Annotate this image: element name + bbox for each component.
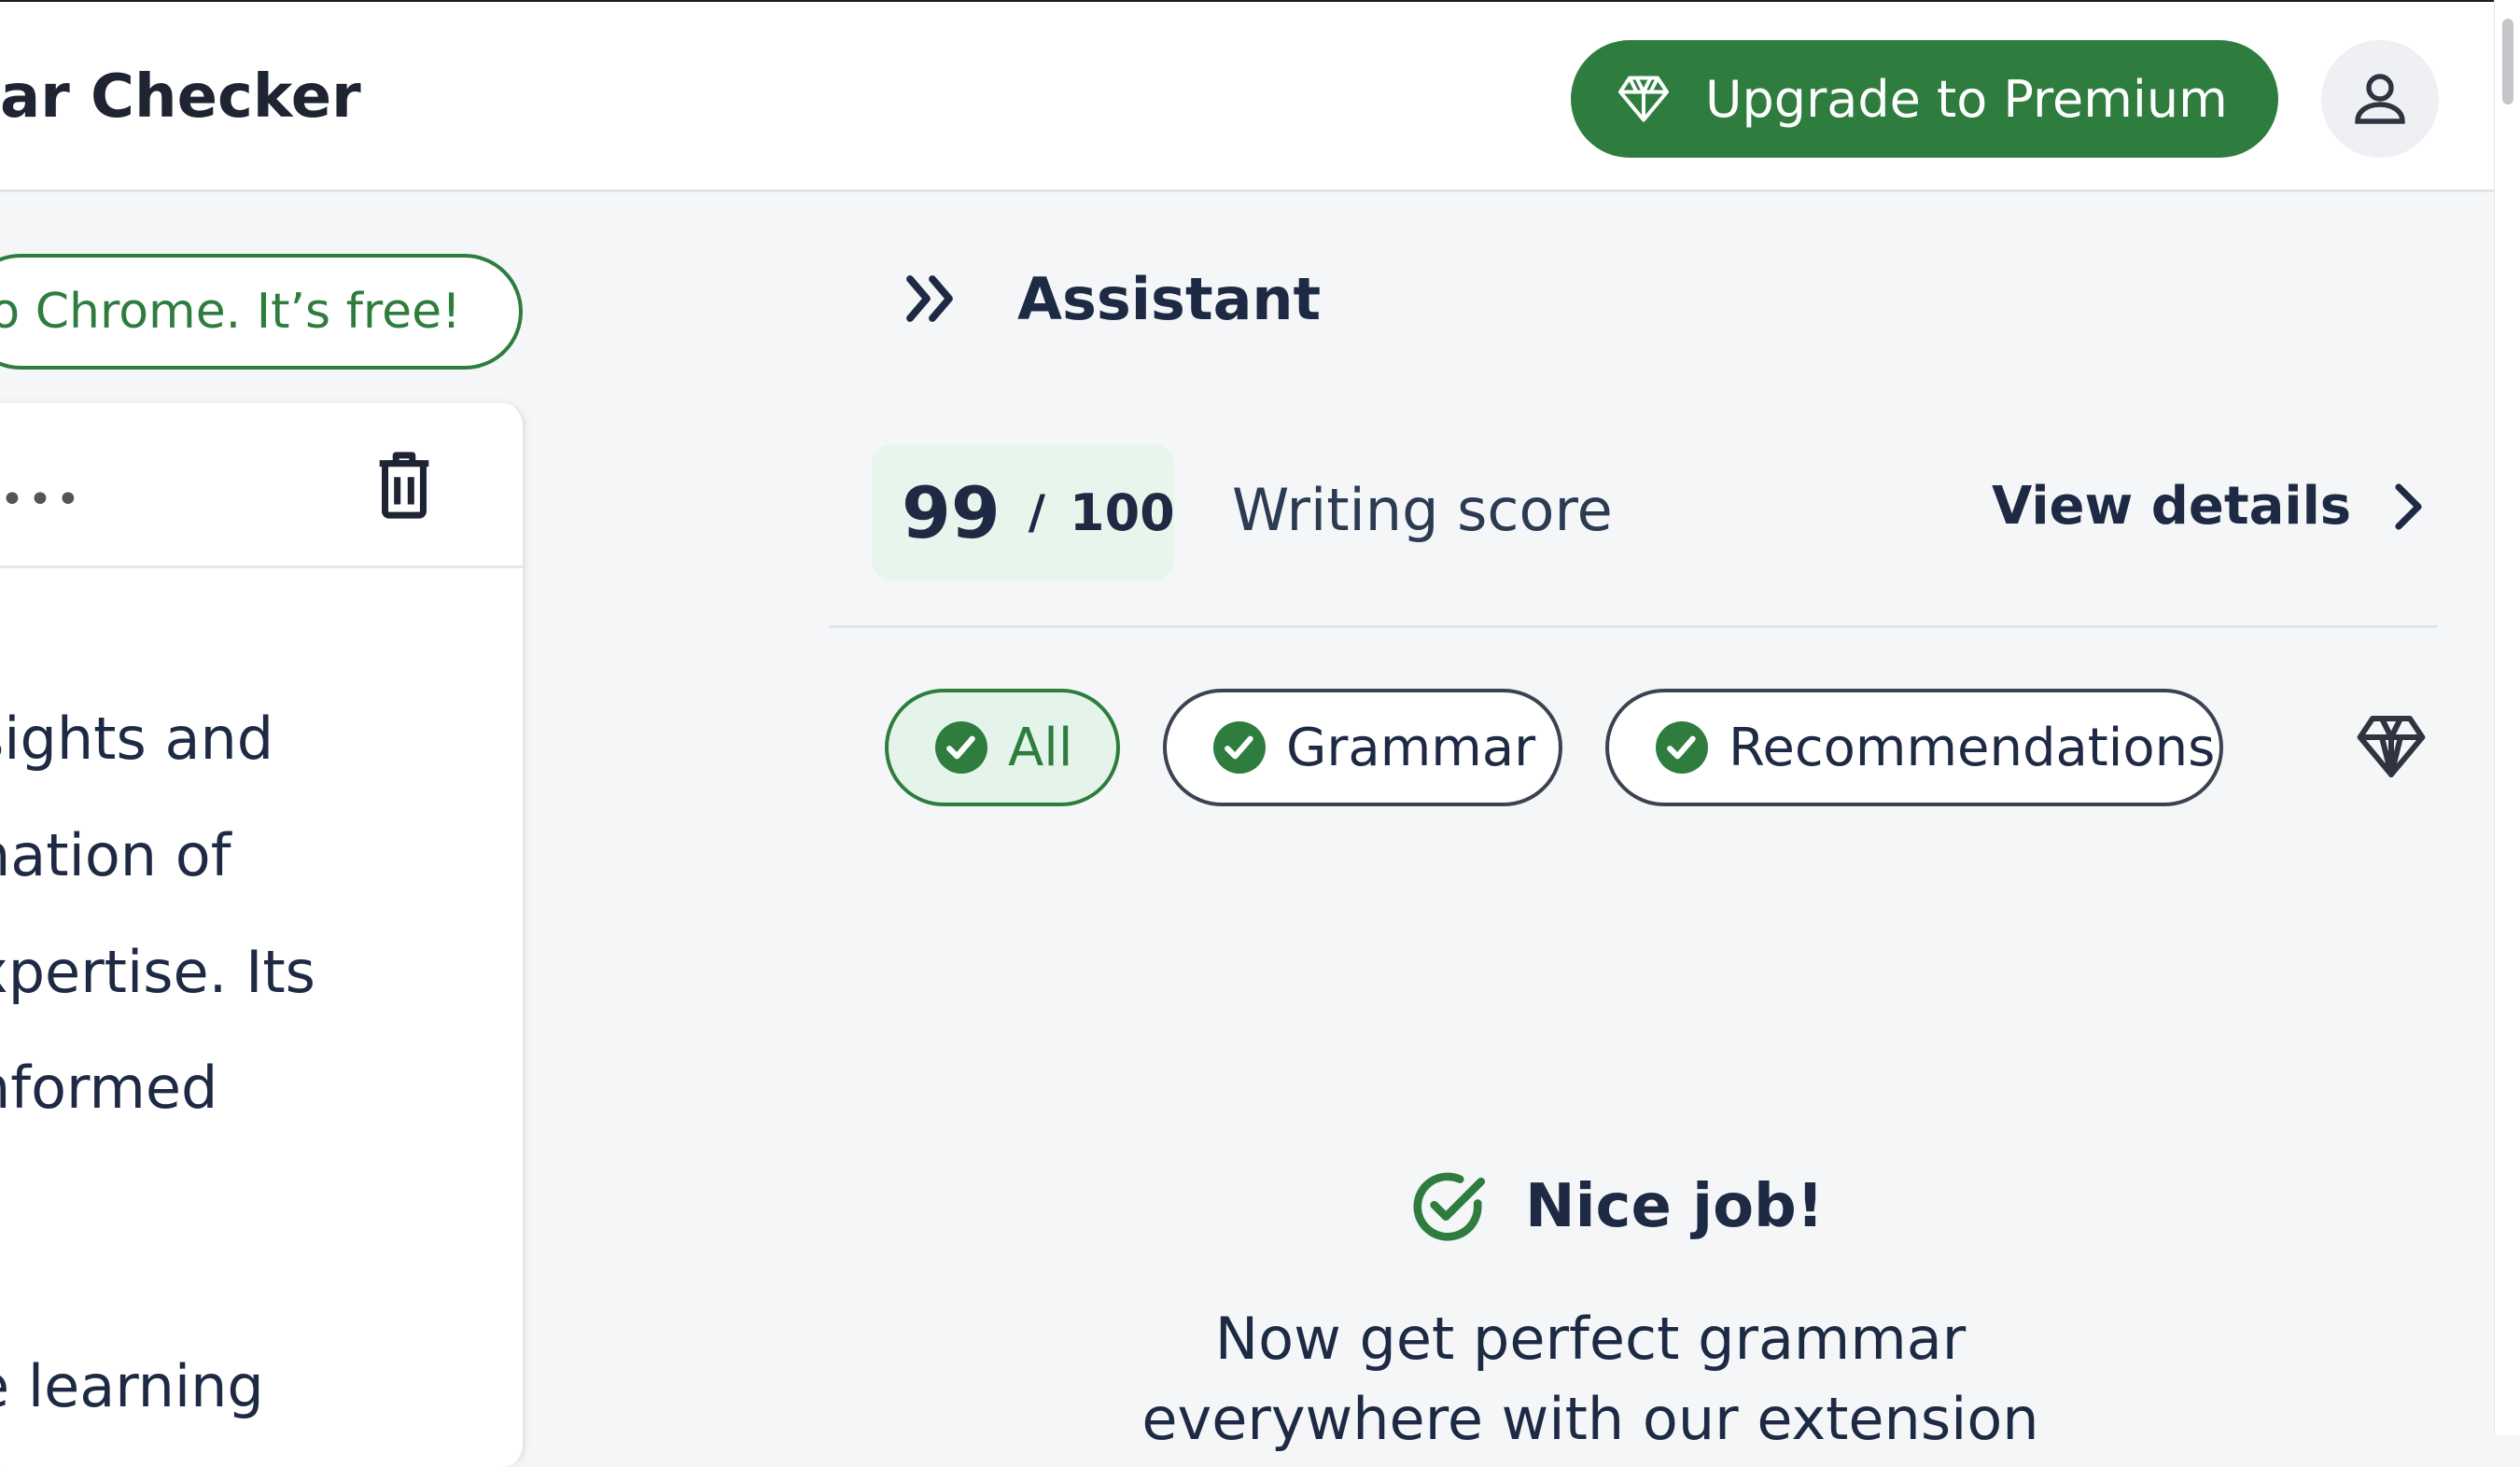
nice-job-label: Nice job! bbox=[1525, 1172, 1825, 1241]
assistant-title: Assistant bbox=[1017, 264, 1322, 333]
chevron-right-icon bbox=[2395, 482, 2422, 530]
view-details-label: View details bbox=[1992, 476, 2352, 537]
view-details-link[interactable]: View details bbox=[1992, 476, 2426, 537]
promo-line-2: everywhere with our extension bbox=[1141, 1385, 2039, 1453]
writing-score-label: Writing score bbox=[1232, 476, 1613, 544]
add-to-chrome-label: o Chrome. It’s free! bbox=[0, 284, 461, 340]
editor-text-line[interactable]: nation of bbox=[0, 818, 231, 893]
upgrade-to-premium-button[interactable]: Upgrade to Premium bbox=[1571, 40, 2278, 158]
diamond-icon bbox=[1618, 76, 1669, 122]
check-badge-icon bbox=[1413, 1172, 1486, 1241]
editor-text-line[interactable]: nformed bbox=[0, 1051, 217, 1125]
filter-all[interactable]: All bbox=[885, 689, 1120, 806]
filter-all-label: All bbox=[1008, 717, 1073, 778]
add-to-chrome-button[interactable]: o Chrome. It’s free! bbox=[0, 254, 523, 370]
promo-line-1: Now get perfect grammar bbox=[1214, 1305, 1967, 1373]
nice-job-message: Nice job! bbox=[1407, 1167, 1824, 1247]
score-max: 100 bbox=[1070, 482, 1175, 542]
check-circle-icon bbox=[1656, 721, 1708, 774]
filter-recommendations[interactable]: Recommendations bbox=[1605, 689, 2223, 806]
assistant-header: Assistant bbox=[896, 261, 1321, 336]
upgrade-label: Upgrade to Premium bbox=[1705, 69, 2228, 129]
filter-grammar[interactable]: Grammar bbox=[1163, 689, 1562, 806]
user-icon bbox=[2355, 74, 2405, 124]
premium-diamond-icon[interactable] bbox=[2352, 709, 2430, 784]
extension-promo-text: Now get perfect grammar everywhere with … bbox=[1077, 1299, 2104, 1460]
check-circle-icon bbox=[935, 721, 987, 774]
filter-grammar-label: Grammar bbox=[1286, 717, 1536, 778]
app-title: ar Checker bbox=[0, 63, 361, 132]
editor-text-line[interactable]: sights and bbox=[0, 702, 273, 776]
collapse-panel-icon[interactable] bbox=[896, 265, 963, 332]
more-options-icon[interactable]: ••• bbox=[0, 476, 84, 524]
trash-icon[interactable] bbox=[373, 450, 435, 521]
check-circle-icon bbox=[1213, 721, 1266, 774]
profile-button[interactable] bbox=[2321, 40, 2439, 158]
writing-score-badge: 99 / 100 bbox=[872, 444, 1175, 580]
page-scrollbar[interactable] bbox=[2494, 0, 2520, 1435]
editor-text-line[interactable]: xpertise. Its bbox=[0, 935, 315, 1010]
top-bar: ar Checker Upgrade to Premium bbox=[0, 0, 2494, 192]
editor-text-line[interactable]: e learning bbox=[0, 1349, 264, 1424]
score-value: 99 bbox=[902, 470, 1001, 554]
editor-toolbar: ••• bbox=[0, 403, 523, 568]
scrollbar-thumb[interactable] bbox=[2502, 19, 2513, 105]
section-divider bbox=[829, 625, 2438, 628]
editor-card: ••• sights and nation of xpertise. Its n… bbox=[0, 403, 525, 1467]
filter-recommendations-label: Recommendations bbox=[1729, 717, 2216, 778]
score-separator: / bbox=[1028, 485, 1046, 539]
